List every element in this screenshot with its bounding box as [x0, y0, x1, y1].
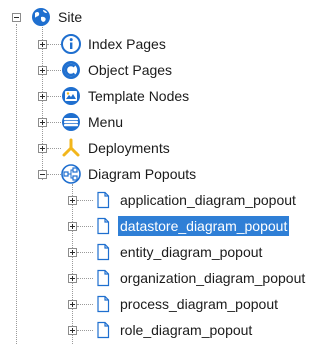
tree-node-datastore-diagram-popout[interactable]: datastore_diagram_popout [93, 213, 290, 239]
tree-connector [47, 44, 61, 45]
expand-process-diagram-popout-toggle[interactable] [68, 300, 77, 309]
tree-connector [47, 96, 61, 97]
expand-menu-toggle[interactable] [38, 118, 47, 127]
tree-node-site[interactable]: Site [31, 4, 84, 30]
page-icon [93, 294, 113, 314]
page-icon [93, 242, 113, 262]
tree-node-application-diagram-popout[interactable]: application_diagram_popout [93, 187, 298, 213]
tree-node-label: datastore_diagram_popout [118, 216, 290, 236]
tree-node-label: entity_diagram_popout [120, 244, 263, 260]
tree-connector [77, 330, 93, 331]
tree-connector [47, 122, 61, 123]
tree-node-deployments[interactable]: Deployments [61, 135, 172, 161]
page-icon [93, 320, 113, 340]
tree-node-menu[interactable]: Menu [61, 109, 125, 135]
expand-organization-diagram-popout-toggle[interactable] [68, 274, 77, 283]
expand-index-pages-toggle[interactable] [38, 40, 47, 49]
tree-connector [47, 174, 61, 175]
collapse-site-toggle[interactable] [12, 13, 21, 22]
expand-object-pages-toggle[interactable] [38, 66, 47, 75]
site-tree: Site Index Pages Object Pages Template N… [0, 0, 326, 347]
template-icon [61, 86, 81, 106]
page-icon [93, 268, 113, 288]
page-icon [93, 190, 113, 210]
tree-connector [47, 70, 61, 71]
tree-node-label: process_diagram_popout [120, 296, 278, 312]
tree-node-label: Site [58, 9, 83, 25]
expand-role-diagram-popout-toggle[interactable] [68, 326, 77, 335]
tree-node-role-diagram-popout[interactable]: role_diagram_popout [93, 317, 254, 343]
tree-connector [77, 200, 93, 201]
tree-connector [77, 278, 93, 279]
tree-node-label: Diagram Popouts [88, 166, 197, 182]
tree-node-organization-diagram-popout[interactable]: organization_diagram_popout [93, 265, 307, 291]
expand-template-nodes-toggle[interactable] [38, 92, 47, 101]
tree-node-label: application_diagram_popout [120, 192, 296, 208]
tree-connector [77, 226, 93, 227]
expand-datastore-diagram-popout-toggle[interactable] [68, 222, 77, 231]
tree-node-diagram-popouts[interactable]: Diagram Popouts [61, 161, 198, 187]
tree-connector [72, 184, 73, 344]
expand-application-diagram-popout-toggle[interactable] [68, 196, 77, 205]
tree-connector [77, 304, 93, 305]
menu-icon [61, 112, 81, 132]
tree-node-object-pages[interactable]: Object Pages [61, 57, 174, 83]
tree-node-label: role_diagram_popout [120, 322, 253, 338]
tree-node-index-pages[interactable]: Index Pages [61, 31, 168, 57]
expand-entity-diagram-popout-toggle[interactable] [68, 248, 77, 257]
tree-node-label: Index Pages [88, 36, 166, 52]
tree-node-template-nodes[interactable]: Template Nodes [61, 83, 191, 109]
tree-node-label: Menu [88, 114, 124, 130]
tree-connector [16, 24, 17, 344]
tree-node-label: Template Nodes [88, 88, 190, 104]
object-pages-icon [61, 60, 81, 80]
tree-connector [47, 148, 61, 149]
collapse-diagram-popouts-toggle[interactable] [38, 170, 47, 179]
tree-node-process-diagram-popout[interactable]: process_diagram_popout [93, 291, 280, 317]
expand-deployments-toggle[interactable] [38, 144, 47, 153]
page-icon [93, 216, 113, 236]
diagram-popouts-icon [61, 164, 81, 184]
globe-icon [31, 7, 51, 27]
tree-node-label: Deployments [88, 140, 170, 156]
info-icon [61, 34, 81, 54]
tree-node-label: Object Pages [88, 62, 173, 78]
deployments-icon [61, 138, 81, 158]
tree-connector [77, 252, 93, 253]
tree-node-label: organization_diagram_popout [120, 270, 306, 286]
tree-node-entity-diagram-popout[interactable]: entity_diagram_popout [93, 239, 264, 265]
